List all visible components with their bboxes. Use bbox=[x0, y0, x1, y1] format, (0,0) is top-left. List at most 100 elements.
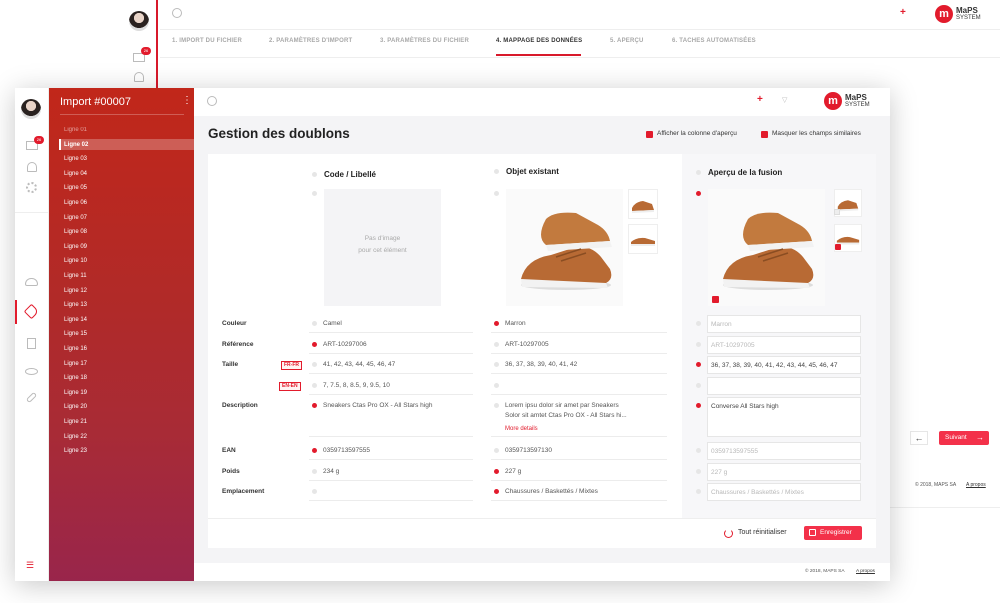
radio[interactable] bbox=[494, 321, 499, 326]
more-icon[interactable]: ⋮ bbox=[182, 96, 192, 106]
step-1[interactable]: 1. IMPORT DU FICHIER bbox=[172, 38, 242, 44]
c3-taille-en-radio[interactable] bbox=[696, 383, 701, 388]
radio[interactable] bbox=[494, 489, 499, 494]
radio[interactable] bbox=[494, 448, 499, 453]
value: 36, 37, 38, 39, 40, 41, 42 bbox=[505, 361, 578, 368]
radio[interactable] bbox=[312, 362, 317, 367]
plus-icon[interactable]: + bbox=[757, 94, 763, 105]
c3-poids[interactable]: 227 g bbox=[707, 463, 861, 481]
radio[interactable] bbox=[494, 362, 499, 367]
c3-couleur[interactable]: Marron bbox=[707, 315, 861, 333]
cloud-icon[interactable] bbox=[25, 278, 38, 286]
tag-icon[interactable] bbox=[23, 303, 40, 320]
step-2[interactable]: 2. PARAMÈTRES D'IMPORT bbox=[269, 38, 352, 44]
radio-image-1[interactable] bbox=[312, 191, 317, 196]
checkbox-preview[interactable] bbox=[646, 131, 653, 138]
line-item[interactable]: Ligne 12 bbox=[64, 288, 87, 294]
c3-taille-en[interactable] bbox=[707, 377, 861, 395]
radio-column-3[interactable] bbox=[696, 170, 701, 175]
line-item[interactable]: Ligne 17 bbox=[64, 361, 87, 367]
thumbnail-merge-1-checkbox[interactable] bbox=[834, 209, 840, 215]
line-item[interactable]: Ligne 20 bbox=[64, 404, 87, 410]
image-checkbox-merge[interactable] bbox=[712, 296, 719, 303]
bg-about-link[interactable]: A propos bbox=[966, 482, 986, 488]
c3-description-radio[interactable] bbox=[696, 403, 701, 408]
line-item[interactable]: Ligne 16 bbox=[64, 346, 87, 352]
checkbox-hide-similar[interactable] bbox=[761, 131, 768, 138]
radio-column-1[interactable] bbox=[312, 172, 317, 177]
value-line2: Solor sit amtet Ctas Pro OX - All Stars … bbox=[505, 412, 627, 419]
line-item[interactable]: Ligne 04 bbox=[64, 171, 87, 177]
radio[interactable] bbox=[494, 342, 499, 347]
line-item[interactable]: Ligne 06 bbox=[64, 200, 87, 206]
line-item[interactable]: Ligne 07 bbox=[64, 215, 87, 221]
c3-taille-fr-radio[interactable] bbox=[696, 362, 701, 367]
prev-button[interactable]: ← bbox=[910, 431, 928, 445]
step-6[interactable]: 6. TACHES AUTOMATISÉES bbox=[672, 38, 756, 44]
link-icon[interactable] bbox=[25, 391, 38, 404]
bell-icon[interactable] bbox=[134, 72, 144, 82]
next-button[interactable]: Suivant → bbox=[939, 431, 989, 445]
c3-reference-radio[interactable] bbox=[696, 342, 701, 347]
line-item[interactable]: Ligne 18 bbox=[64, 375, 87, 381]
about-link[interactable]: A propos bbox=[856, 569, 875, 574]
line-item[interactable]: Ligne 13 bbox=[64, 302, 87, 308]
radio[interactable] bbox=[312, 383, 317, 388]
line-item[interactable]: Ligne 02 bbox=[64, 142, 88, 148]
line-item[interactable]: Ligne 19 bbox=[64, 390, 87, 396]
save-button[interactable]: Enregistrer bbox=[804, 526, 862, 540]
radio[interactable] bbox=[312, 469, 317, 474]
thumbnail-2[interactable] bbox=[628, 224, 658, 254]
line-item[interactable]: Ligne 23 bbox=[64, 448, 87, 454]
line-item[interactable]: Ligne 14 bbox=[64, 317, 87, 323]
line-item[interactable]: Ligne 15 bbox=[64, 331, 87, 337]
search-icon[interactable] bbox=[172, 8, 182, 18]
line-item[interactable]: Ligne 08 bbox=[64, 229, 87, 235]
line-item[interactable]: Ligne 05 bbox=[64, 185, 87, 191]
radio-column-2[interactable] bbox=[494, 169, 499, 174]
radio[interactable] bbox=[312, 403, 317, 408]
line-item[interactable]: Ligne 21 bbox=[64, 419, 87, 425]
radio[interactable] bbox=[494, 403, 499, 408]
step-3[interactable]: 3. PARAMÈTRES DU FICHIER bbox=[380, 38, 469, 44]
step-5[interactable]: 5. APERÇU bbox=[610, 38, 644, 44]
more-details-link[interactable]: More details bbox=[505, 424, 667, 434]
avatar[interactable] bbox=[129, 11, 149, 31]
line-item[interactable]: Ligne 11 bbox=[64, 273, 87, 279]
line-item[interactable]: Ligne 03 bbox=[64, 156, 87, 162]
c3-couleur-radio[interactable] bbox=[696, 321, 701, 326]
thumbnail-merge-2-checkbox[interactable] bbox=[835, 244, 841, 250]
eye-icon[interactable] bbox=[25, 368, 38, 375]
line-item[interactable]: Ligne 01 bbox=[64, 127, 87, 133]
step-4[interactable]: 4. MAPPAGE DES DONNÉES bbox=[496, 38, 582, 44]
c3-taille-fr[interactable]: 36, 37, 38, 39, 40, 41, 42, 43, 44, 45, … bbox=[707, 356, 861, 374]
document-icon[interactable] bbox=[27, 338, 36, 349]
filter-icon[interactable]: ▽ bbox=[782, 96, 787, 104]
c3-poids-radio[interactable] bbox=[696, 469, 701, 474]
c3-description[interactable]: Converse All Stars high bbox=[707, 397, 861, 437]
radio[interactable] bbox=[494, 383, 499, 388]
radio-image-3[interactable] bbox=[696, 191, 701, 196]
list-icon[interactable]: ☰ bbox=[26, 561, 34, 570]
search-input[interactable] bbox=[224, 94, 744, 108]
radio[interactable] bbox=[312, 489, 317, 494]
radio[interactable] bbox=[312, 321, 317, 326]
search-icon[interactable] bbox=[207, 96, 217, 106]
c3-reference[interactable]: ART-10297005 bbox=[707, 336, 861, 354]
thumbnail-1[interactable] bbox=[628, 189, 658, 219]
radio[interactable] bbox=[312, 448, 317, 453]
line-item[interactable]: Ligne 10 bbox=[64, 258, 87, 264]
avatar[interactable] bbox=[21, 99, 41, 119]
line-item[interactable]: Ligne 09 bbox=[64, 244, 87, 250]
gear-icon[interactable] bbox=[26, 182, 37, 193]
c3-emplacement[interactable]: Chaussures / Baskettés / Mixtes bbox=[707, 483, 861, 501]
c3-emplacement-radio[interactable] bbox=[696, 489, 701, 494]
c3-ean-radio[interactable] bbox=[696, 448, 701, 453]
radio[interactable] bbox=[312, 342, 317, 347]
plus-icon[interactable]: + bbox=[900, 7, 906, 18]
line-item[interactable]: Ligne 22 bbox=[64, 434, 87, 440]
bell-icon[interactable] bbox=[27, 162, 37, 172]
radio[interactable] bbox=[494, 469, 499, 474]
radio-image-2[interactable] bbox=[494, 191, 499, 196]
c3-ean[interactable]: 0359713597555 bbox=[707, 442, 861, 460]
